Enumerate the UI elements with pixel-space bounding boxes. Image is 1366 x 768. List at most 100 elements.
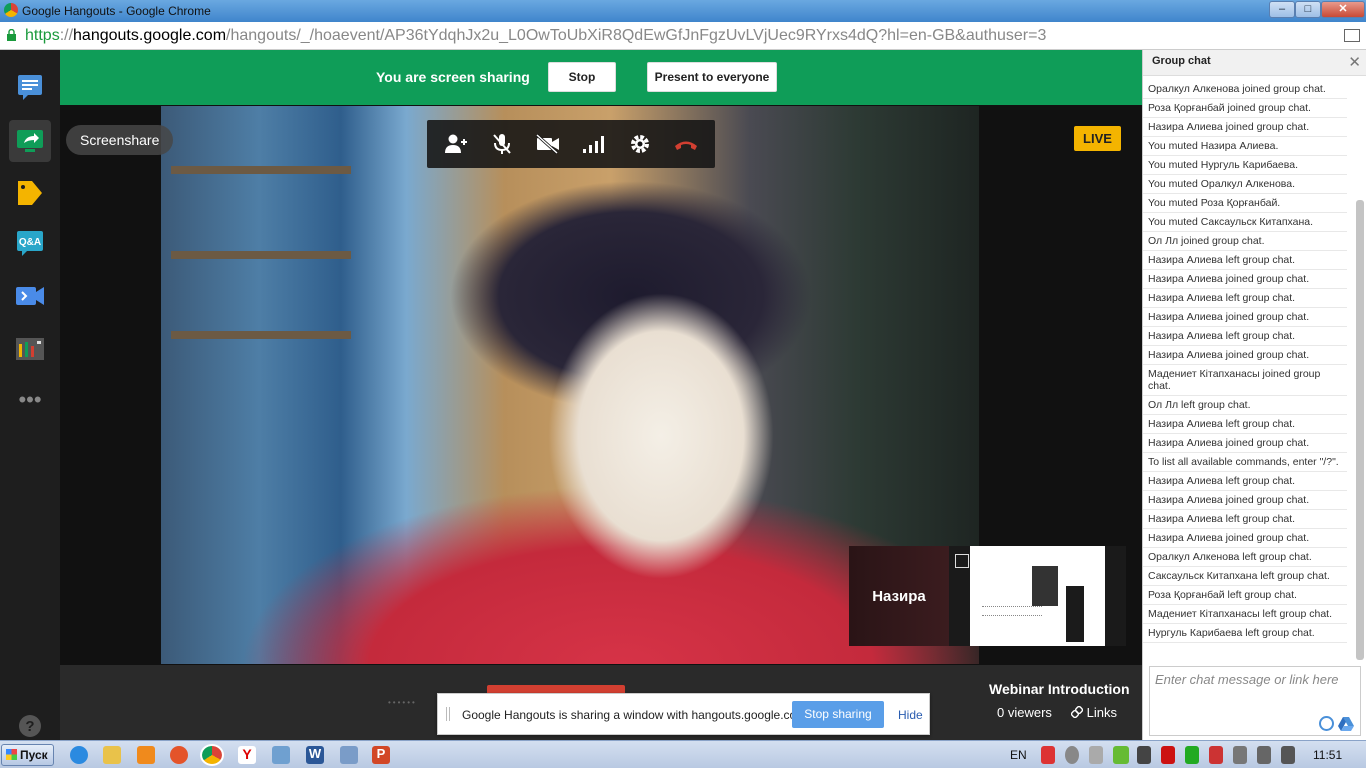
chat-message: Назира Алиева left group chat.	[1143, 289, 1347, 308]
screenshare-icon[interactable]	[9, 120, 51, 162]
tray-icon[interactable]	[1257, 746, 1271, 764]
chat-message: You muted Назира Алиева.	[1143, 137, 1347, 156]
explorer-icon[interactable]	[103, 746, 121, 764]
window-app-icon[interactable]	[340, 746, 358, 764]
camera-off-icon[interactable]	[533, 129, 563, 159]
chat-message: Назира Алиева joined group chat.	[1143, 434, 1347, 453]
call-toolbar	[427, 120, 715, 168]
tray-icon[interactable]	[1209, 746, 1223, 764]
chrome-taskbar-icon[interactable]	[200, 744, 224, 766]
control-room-icon[interactable]	[9, 275, 51, 317]
chat-message: Оралкул Алкенова joined group chat.	[1143, 80, 1347, 99]
url-text[interactable]: https://hangouts.google.com/hangouts/_/h…	[25, 27, 1046, 45]
chat-message: Назира Алиева left group chat.	[1143, 510, 1347, 529]
chat-message: Саксаульск Китапхана left group chat.	[1143, 567, 1347, 586]
page-action-icon[interactable]	[1344, 29, 1360, 42]
hide-button[interactable]: Hide	[898, 708, 923, 722]
preview-dark-panel	[1066, 586, 1084, 642]
chat-message: Роза Қорғанбай left group chat.	[1143, 586, 1347, 605]
mic-muted-icon[interactable]	[487, 129, 517, 159]
settings-gear-icon[interactable]	[625, 129, 655, 159]
network-icon[interactable]	[1233, 746, 1247, 764]
chat-message: Роза Қорғанбай joined group chat.	[1143, 99, 1347, 118]
qna-icon[interactable]: Q&A	[9, 222, 51, 264]
links-button[interactable]: Links	[1070, 705, 1117, 720]
mixer-icon[interactable]	[9, 328, 51, 370]
maximize-button[interactable]: □	[1295, 1, 1321, 18]
powerpoint-icon[interactable]: P	[372, 746, 390, 764]
app-icon[interactable]	[272, 746, 290, 764]
participant-name: Назира	[849, 546, 949, 646]
add-person-icon[interactable]	[441, 129, 471, 159]
participant-thumbnail[interactable]: Назира	[849, 546, 1126, 646]
chat-message: Назира Алиева joined group chat.	[1143, 491, 1347, 510]
chat-icon[interactable]	[9, 66, 51, 108]
chrome-icon	[4, 3, 18, 17]
adobe-icon[interactable]	[1161, 746, 1175, 764]
close-window-button[interactable]: ✕	[1321, 1, 1365, 18]
present-to-everyone-button[interactable]: Present to everyone	[647, 62, 777, 92]
yandex-icon[interactable]: Y	[238, 746, 256, 764]
hangup-tab[interactable]	[487, 685, 625, 693]
signal-bars-icon[interactable]	[579, 129, 609, 159]
tray-icon[interactable]	[1065, 746, 1079, 764]
sharing-notification: Google Hangouts is sharing a window with…	[437, 693, 930, 735]
minimize-button[interactable]: –	[1269, 1, 1295, 18]
start-label: Пуск	[20, 748, 48, 762]
window-title-bar: Google Hangouts - Google Chrome – □ ✕	[0, 0, 1366, 22]
chat-message: You muted Роза Қорғанбай.	[1143, 194, 1347, 213]
chat-message: You muted Оралкул Алкенова.	[1143, 175, 1347, 194]
emoji-icon[interactable]	[1319, 716, 1334, 731]
chat-message-list: Оралкул Алкенова joined group chat. Роза …	[1143, 80, 1357, 643]
screen-sharing-banner: You are screen sharing Stop Present to e…	[60, 50, 1142, 105]
chat-message: To list all available commands, enter "/…	[1143, 453, 1347, 472]
tray-icon[interactable]	[1089, 746, 1103, 764]
chat-message: Назира Алиева joined group chat.	[1143, 270, 1347, 289]
drive-icon[interactable]	[1338, 716, 1354, 731]
url-path: /hangouts/_/hoaevent/AP36tYdqhJx2u_L0OwT…	[226, 27, 1047, 44]
chat-message: Назира Алиева joined group chat.	[1143, 529, 1347, 548]
chat-header: Group chat ✕	[1143, 50, 1366, 76]
viewer-count: 0 viewers	[997, 705, 1052, 720]
close-chat-icon[interactable]: ✕	[1348, 53, 1361, 71]
expand-icon[interactable]	[955, 554, 969, 568]
window-title: Google Hangouts - Google Chrome	[22, 4, 211, 18]
volume-icon[interactable]	[1281, 746, 1295, 764]
tray-icon[interactable]	[1137, 746, 1151, 764]
chat-message: Назира Алиева joined group chat.	[1143, 118, 1347, 137]
start-button[interactable]: Пуск	[1, 744, 54, 766]
lock-icon	[7, 29, 16, 41]
checkmark-icon[interactable]	[1185, 746, 1199, 764]
stop-button[interactable]: Stop	[548, 62, 616, 92]
preview-phone-image	[1032, 566, 1058, 606]
chat-message: Назира Алиева left group chat.	[1143, 327, 1347, 346]
language-indicator[interactable]: EN	[1010, 748, 1027, 762]
tray-icon[interactable]	[1041, 746, 1055, 764]
video-stage: Screenshare LIVE Назира	[60, 105, 1142, 665]
media-player-icon[interactable]	[137, 746, 155, 764]
address-bar[interactable]: https://hangouts.google.com/hangouts/_/h…	[0, 22, 1366, 50]
nvidia-icon[interactable]	[1113, 746, 1129, 764]
chat-message: Ол Лл joined group chat.	[1143, 232, 1347, 251]
chat-message: Назира Алиева joined group chat.	[1143, 346, 1347, 365]
word-icon[interactable]: W	[306, 746, 324, 764]
help-icon[interactable]: ?	[19, 715, 41, 737]
stop-sharing-button[interactable]: Stop sharing	[792, 701, 884, 728]
filmstrip-dots: ••••••	[388, 698, 417, 707]
tag-icon[interactable]	[9, 172, 51, 214]
screen-sharing-message: You are screen sharing	[376, 69, 530, 85]
links-label: Links	[1086, 705, 1117, 720]
chat-message: Ол Лл left group chat.	[1143, 396, 1347, 415]
hang-up-icon[interactable]	[671, 129, 701, 159]
ie-icon[interactable]	[70, 746, 88, 764]
chat-message: Мадениет Кітапханасы joined group chat.	[1143, 365, 1347, 396]
drag-handle[interactable]	[446, 707, 450, 721]
shelf-decoration	[171, 166, 351, 174]
chat-scrollbar[interactable]	[1356, 200, 1364, 660]
firefox-icon[interactable]	[170, 746, 188, 764]
chat-message: Назира Алиева left group chat.	[1143, 251, 1347, 270]
chat-input[interactable]: Enter chat message or link here	[1149, 666, 1361, 736]
chat-input-placeholder: Enter chat message or link here	[1155, 672, 1339, 687]
chat-message: Нургуль Карибаева left group chat.	[1143, 624, 1347, 643]
more-icon[interactable]: •••	[9, 379, 51, 421]
